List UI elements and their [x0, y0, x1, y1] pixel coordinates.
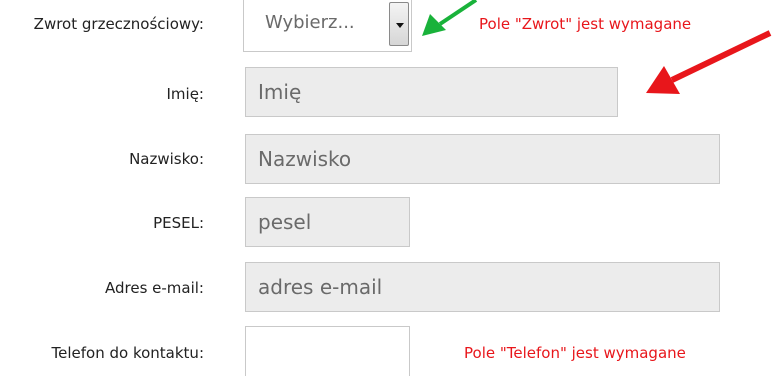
email-placeholder: adres e-mail	[258, 275, 383, 299]
red-arrow-icon	[646, 30, 772, 94]
email-label: Adres e-mail:	[104, 279, 204, 297]
email-input[interactable]: adres e-mail	[245, 262, 720, 312]
phone-error: Pole "Telefon" jest wymagane	[464, 344, 686, 362]
last-name-placeholder: Nazwisko	[258, 147, 352, 171]
annotation-arrows	[422, 0, 772, 94]
pesel-input[interactable]: pesel	[245, 197, 410, 247]
green-arrow-icon	[422, 0, 478, 36]
first-name-label: Imię:	[166, 85, 205, 103]
form-screenshot: Zwrot grzecznościowy: Wybierz... Pole "Z…	[0, 0, 772, 376]
salutation-label: Zwrot grzecznościowy:	[33, 15, 204, 33]
salutation-select[interactable]: Wybierz...	[243, 0, 412, 52]
chevron-down-icon	[396, 23, 404, 28]
phone-input[interactable]	[245, 326, 410, 376]
pesel-label: PESEL:	[153, 214, 204, 232]
last-name-input[interactable]: Nazwisko	[245, 134, 720, 184]
first-name-input[interactable]: Imię	[245, 67, 618, 117]
last-name-label: Nazwisko:	[129, 150, 204, 168]
phone-label: Telefon do kontaktu:	[51, 344, 204, 362]
first-name-placeholder: Imię	[258, 80, 302, 104]
pesel-placeholder: pesel	[258, 210, 312, 234]
salutation-error: Pole "Zwrot" jest wymagane	[479, 15, 692, 33]
salutation-selected-value: Wybierz...	[265, 12, 355, 33]
dropdown-button[interactable]	[389, 2, 409, 46]
